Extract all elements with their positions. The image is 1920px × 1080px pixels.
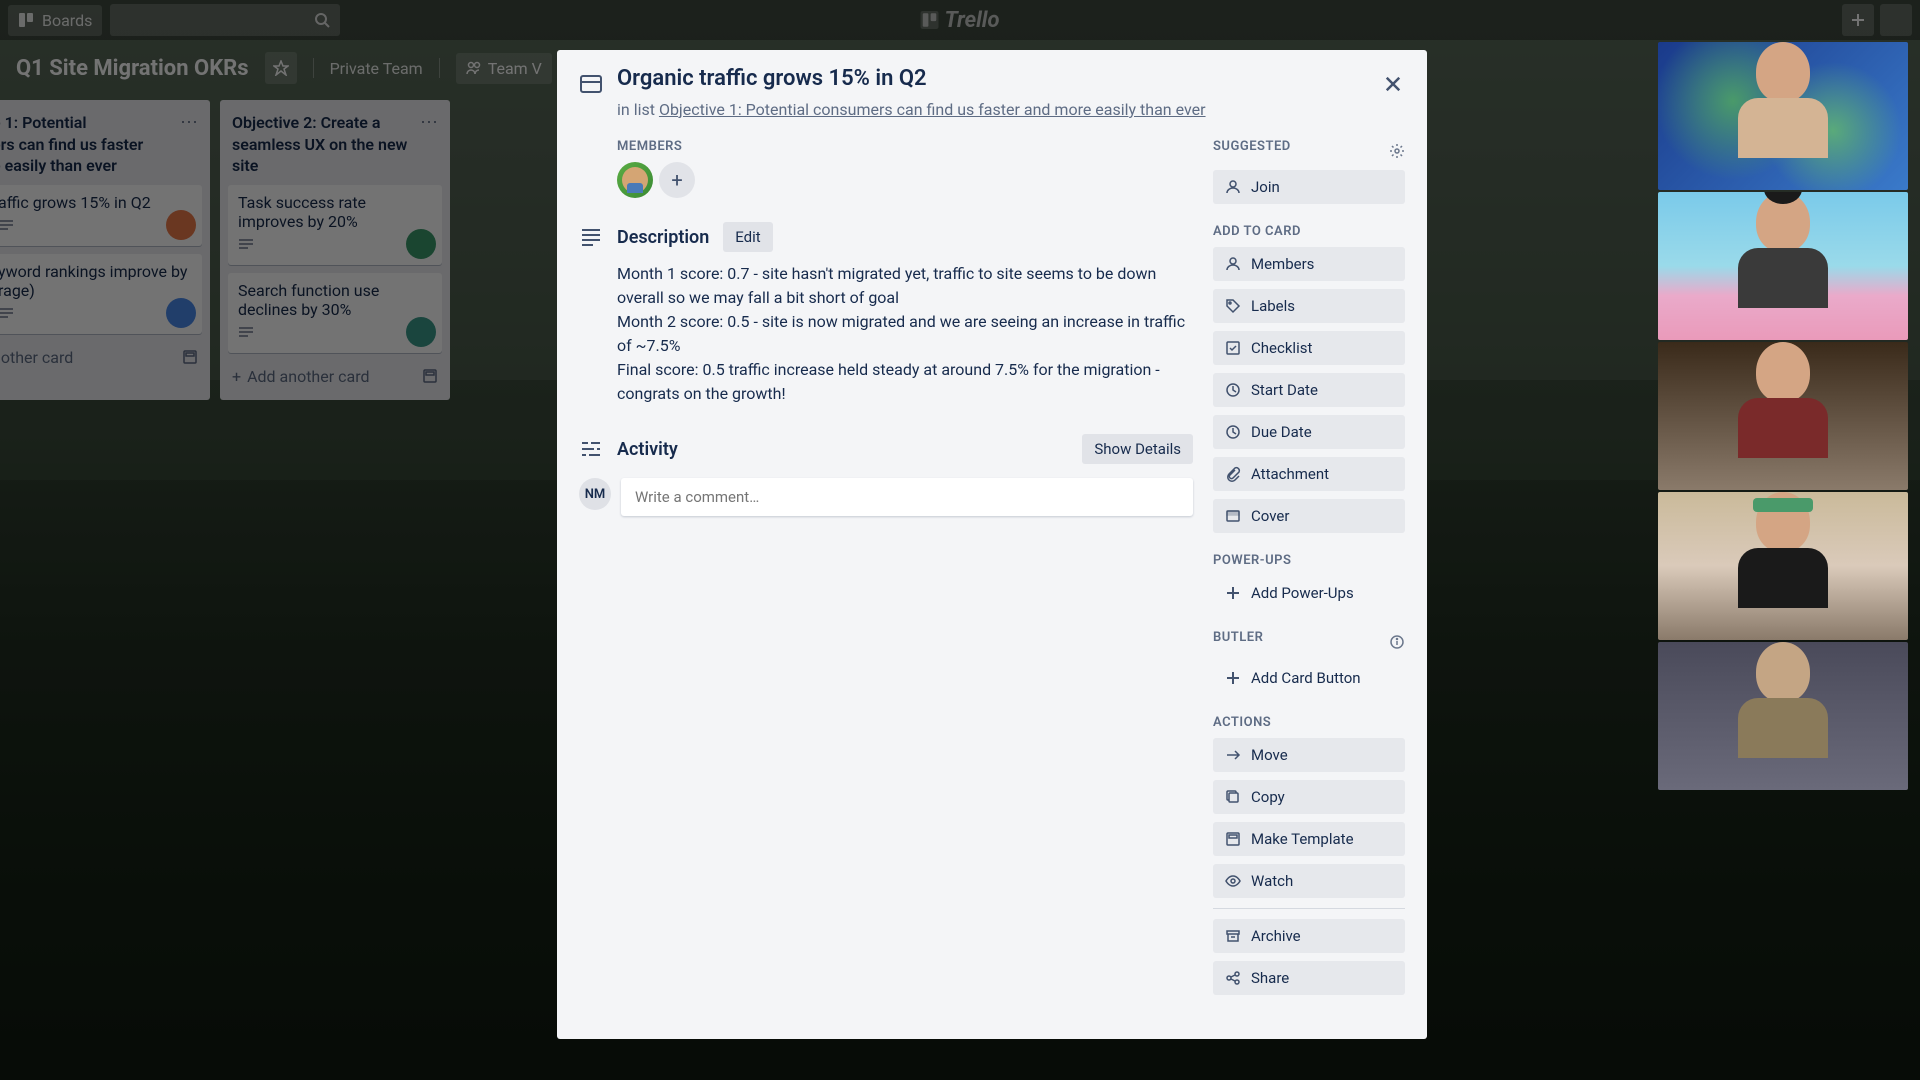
- card-icon: [579, 72, 603, 96]
- comment-input[interactable]: [621, 478, 1193, 516]
- member-avatar[interactable]: [617, 162, 653, 198]
- show-details-button[interactable]: Show Details: [1082, 434, 1193, 464]
- add-powerups-button[interactable]: Add Power-Ups: [1213, 576, 1405, 610]
- edit-button[interactable]: Edit: [723, 222, 772, 252]
- butler-label: BUTLER: [1213, 630, 1263, 645]
- share-button[interactable]: Share: [1213, 961, 1405, 995]
- activity-title: Activity: [617, 439, 1068, 460]
- info-icon[interactable]: [1389, 634, 1405, 650]
- labels-button[interactable]: Labels: [1213, 289, 1405, 323]
- video-participant[interactable]: [1658, 192, 1908, 340]
- user-avatar[interactable]: NM: [579, 478, 611, 510]
- make-template-button[interactable]: Make Template: [1213, 822, 1405, 856]
- video-participant[interactable]: [1658, 642, 1908, 790]
- close-button[interactable]: [1375, 66, 1411, 102]
- members-button[interactable]: Members: [1213, 247, 1405, 281]
- description-body[interactable]: Month 1 score: 0.7 - site hasn't migrate…: [617, 262, 1193, 406]
- add-card-automation-button[interactable]: Add Card Button: [1213, 661, 1405, 695]
- due-date-button[interactable]: Due Date: [1213, 415, 1405, 449]
- in-list-link[interactable]: Objective 1: Potential consumers can fin…: [659, 100, 1206, 119]
- in-list: in list Objective 1: Potential consumers…: [617, 100, 1405, 119]
- gear-icon[interactable]: [1389, 143, 1405, 159]
- members-label: MEMBERS: [617, 139, 1193, 154]
- activity-icon: [579, 437, 603, 461]
- comment-row: NM: [579, 478, 1193, 516]
- card-title[interactable]: Organic traffic grows 15% in Q2: [617, 66, 927, 91]
- description-title: Description: [617, 227, 709, 248]
- actions-label: ACTIONS: [1213, 715, 1405, 730]
- video-participant[interactable]: [1658, 342, 1908, 490]
- modal-header: Organic traffic grows 15% in Q2: [579, 66, 1405, 96]
- powerups-label: POWER-UPS: [1213, 553, 1405, 568]
- in-list-prefix: in list: [617, 100, 659, 119]
- add-member-button[interactable]: +: [659, 162, 695, 198]
- card-modal: Organic traffic grows 15% in Q2 in list …: [557, 50, 1427, 1039]
- add-to-card-label: ADD TO CARD: [1213, 224, 1405, 239]
- modal-sidebar: SUGGESTED Join ADD TO CARD Members Label…: [1213, 139, 1405, 1015]
- move-button[interactable]: Move: [1213, 738, 1405, 772]
- copy-button[interactable]: Copy: [1213, 780, 1405, 814]
- video-participant[interactable]: [1658, 492, 1908, 640]
- start-date-button[interactable]: Start Date: [1213, 373, 1405, 407]
- checklist-button[interactable]: Checklist: [1213, 331, 1405, 365]
- members-row: +: [617, 162, 1193, 198]
- description-icon: [579, 225, 603, 249]
- activity-header: Activity Show Details: [579, 434, 1193, 464]
- modal-main: MEMBERS + Description Edit Month 1 score…: [579, 139, 1193, 1015]
- cover-button[interactable]: Cover: [1213, 499, 1405, 533]
- archive-button[interactable]: Archive: [1213, 919, 1405, 953]
- attachment-button[interactable]: Attachment: [1213, 457, 1405, 491]
- watch-button[interactable]: Watch: [1213, 864, 1405, 898]
- join-button[interactable]: Join: [1213, 170, 1405, 204]
- suggested-label: SUGGESTED: [1213, 139, 1291, 154]
- divider: [1213, 908, 1405, 909]
- video-participant[interactable]: [1658, 42, 1908, 190]
- video-panel: [1658, 42, 1908, 790]
- description-header: Description Edit: [579, 222, 1193, 252]
